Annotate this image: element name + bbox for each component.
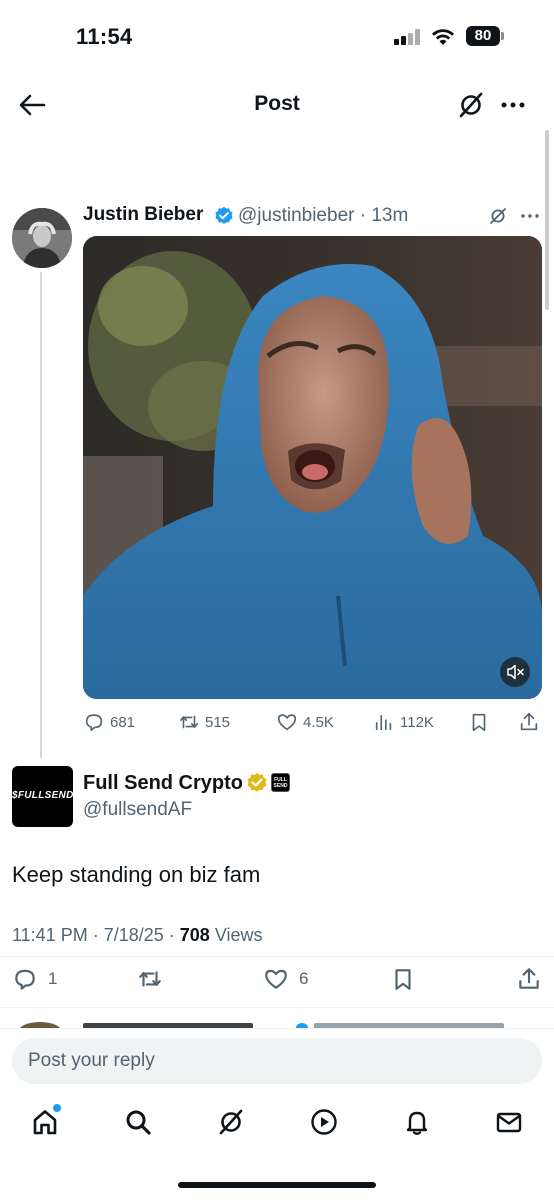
author-handle[interactable]: @fullsendAF	[83, 799, 192, 821]
post-meta: 11:41 PM · 7/18/25 · 708 Views	[12, 925, 263, 945]
share-button[interactable]	[518, 708, 540, 736]
tab-search[interactable]	[123, 1107, 153, 1137]
reply-icon	[85, 714, 103, 731]
repost-icon	[139, 971, 161, 987]
cellular-signal-icon	[394, 29, 422, 45]
new-posts-dot	[53, 1104, 61, 1112]
speaker-muted-icon	[507, 664, 524, 680]
status-time: 11:54	[76, 24, 133, 49]
reply-composer	[0, 1028, 554, 1092]
repost-icon	[179, 715, 199, 729]
share-button[interactable]	[516, 965, 542, 993]
wifi-icon	[432, 29, 454, 45]
search-icon	[126, 1110, 151, 1135]
tab-grok[interactable]	[216, 1107, 246, 1137]
author-handle[interactable]: @justinbieber · 13m	[238, 205, 408, 227]
battery-icon: 80	[466, 26, 500, 46]
grok-icon	[219, 1109, 243, 1135]
share-icon	[520, 712, 538, 731]
next-reply-peek	[0, 1020, 554, 1028]
verified-badge-icon	[215, 206, 233, 224]
bookmark-icon	[472, 713, 486, 732]
repost-button[interactable]	[137, 965, 163, 993]
reply-button[interactable]: 681	[83, 708, 135, 736]
video-media[interactable]	[83, 236, 542, 699]
verified-organization-badge-icon	[247, 772, 267, 792]
views-label: Views	[214, 925, 263, 945]
author-name[interactable]: Full Send Crypto	[83, 772, 243, 795]
post-time: 11:41 PM	[12, 925, 88, 945]
header: Post	[0, 80, 554, 130]
post-text: Keep standing on biz fam	[12, 862, 261, 887]
analytics-icon	[375, 714, 392, 731]
avatar-full-send-crypto[interactable]: $FULLSEND	[12, 766, 73, 827]
bookmark-icon	[395, 969, 411, 990]
thread-line	[40, 272, 42, 758]
tab-messages[interactable]	[494, 1107, 524, 1137]
views-button[interactable]: 112K	[373, 708, 434, 736]
grok-icon[interactable]	[488, 206, 508, 226]
home-indicator[interactable]	[178, 1182, 376, 1188]
tab-video[interactable]	[309, 1107, 339, 1137]
more-options-icon[interactable]	[520, 206, 540, 226]
views-count[interactable]: 708	[180, 925, 210, 945]
post-date: 7/18/25	[103, 925, 164, 945]
mute-toggle-button[interactable]	[500, 657, 530, 687]
avatar-justin-bieber[interactable]	[12, 208, 72, 268]
grok-icon[interactable]	[456, 90, 486, 120]
author-name[interactable]: Justin Bieber	[83, 204, 203, 226]
play-icon	[311, 1109, 337, 1135]
status-bar: 11:54 80	[0, 0, 554, 70]
bookmark-button[interactable]	[468, 708, 490, 736]
tab-notifications[interactable]	[402, 1107, 432, 1137]
bell-icon	[406, 1111, 428, 1135]
divider	[0, 1007, 554, 1008]
scrollbar[interactable]	[545, 130, 549, 310]
like-button[interactable]: 4.5K	[276, 708, 334, 736]
reply-icon	[15, 969, 35, 990]
share-icon	[519, 968, 539, 989]
more-options-icon[interactable]	[498, 92, 528, 118]
post-actions: 1 6	[0, 965, 554, 995]
bottom-tab-bar	[0, 1095, 554, 1155]
divider	[0, 956, 554, 957]
repost-button[interactable]: 515	[178, 708, 230, 736]
post-age: 13m	[371, 205, 409, 226]
heart-icon	[265, 969, 287, 989]
post-actions: 681 515 4.5K 112K	[0, 708, 554, 736]
heart-icon	[277, 714, 297, 731]
reply-button[interactable]: 1	[12, 965, 57, 993]
affiliate-badge[interactable]: FULL SEND	[271, 773, 290, 792]
reply-input[interactable]	[12, 1038, 542, 1084]
bookmark-button[interactable]	[390, 965, 416, 993]
like-button[interactable]: 6	[263, 965, 308, 993]
mail-icon	[496, 1112, 522, 1133]
